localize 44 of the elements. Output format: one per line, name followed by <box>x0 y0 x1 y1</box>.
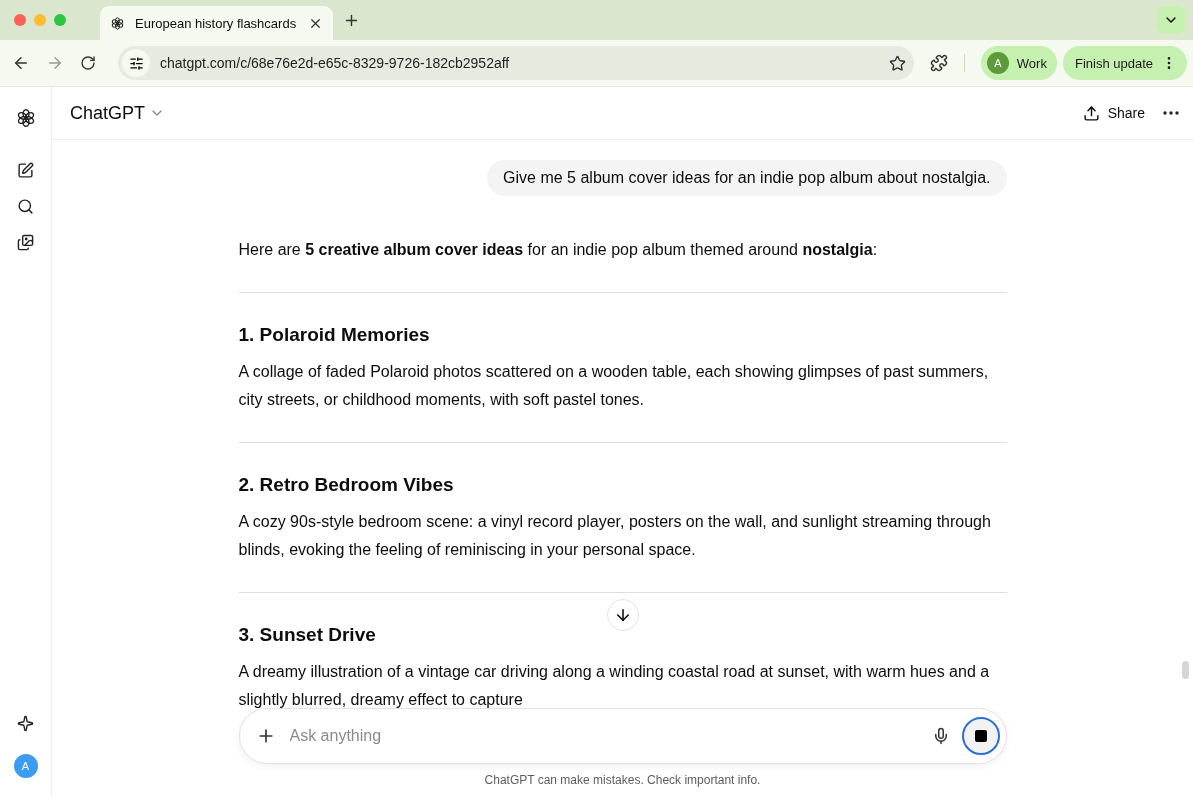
section-paragraph: A cozy 90s-style bedroom scene: a vinyl record player, posters on the wall, and sunlight streaming through blinds, evoking the feeling of reminiscing in your personal space. <box>238 512 992 560</box>
profile-button[interactable]: A Work <box>980 46 1057 80</box>
bookmark-star-icon[interactable] <box>888 54 906 72</box>
scrollbar-thumb[interactable] <box>1182 661 1189 679</box>
site-settings-button[interactable] <box>122 49 150 77</box>
tab-search-button[interactable] <box>1157 6 1185 34</box>
arrow-down-icon <box>614 606 632 624</box>
back-button[interactable] <box>12 54 30 72</box>
puzzle-icon <box>929 54 948 72</box>
images-icon <box>17 233 34 251</box>
forward-arrow-icon <box>46 54 64 72</box>
section-paragraph: A collage of faded Polaroid photos scattered on a wooden table, each showing glimpses of past summers, city streets, or childhood moments, with soft pastel tones. <box>238 362 990 410</box>
address-bar[interactable]: chatgpt.com/c/68e76e2d-e65c-8329-9726-182cb2952aff <box>118 46 914 80</box>
sliders-icon <box>128 55 144 71</box>
stop-square-icon <box>974 730 987 742</box>
pen-square-icon <box>17 161 34 179</box>
model-selector[interactable]: ChatGPT <box>70 102 166 124</box>
browser-tab[interactable]: European history flashcards <box>100 6 333 40</box>
forward-button[interactable] <box>46 54 64 72</box>
search-icon <box>17 197 34 215</box>
tab-title: European history flashcards <box>135 15 298 31</box>
scroll-down-button[interactable] <box>607 599 639 631</box>
section-heading: 3. Sunset Drive <box>238 623 377 647</box>
composer-field[interactable]: Ask anything <box>238 708 1007 764</box>
reload-icon <box>80 55 96 71</box>
prompt-field[interactable]: Ask anything <box>287 726 920 746</box>
section-heading: 2. Retro Bedroom Vibes <box>238 473 455 497</box>
disclaimer-text: ChatGPT can make mistakes. Check important info. <box>484 773 761 787</box>
sparkle-icon <box>17 714 34 732</box>
section-heading: 1. Polaroid Memories <box>238 323 431 347</box>
intro-paragraph: Here are 5 creative album cover ideas for an indie pop album themed around nostalgia: <box>238 240 879 260</box>
url-text: chatgpt.com/c/68e76e2d-e65c-8329-9726-182cb2952aff <box>160 55 511 71</box>
share-button[interactable]: Share <box>1072 98 1155 128</box>
star-icon <box>888 54 906 72</box>
finish-update-button[interactable]: Finish update <box>1062 46 1187 80</box>
horizontal-dots-icon <box>1163 111 1179 115</box>
more-options-button[interactable] <box>1163 111 1179 115</box>
reload-button[interactable] <box>80 55 96 71</box>
share-icon <box>1082 104 1100 122</box>
stop-button[interactable] <box>961 717 1000 755</box>
extensions-button[interactable] <box>929 54 948 72</box>
user-message: Give me 5 album cover ideas for an indie pop album about nostalgia. <box>487 160 1007 196</box>
profile-avatar: A <box>986 52 1009 74</box>
section-paragraph: A dreamy illustration of a vintage car driving along a winding coastal road at sunset, with warm hues and a slightly blurred, dreamy effect to capture <box>238 662 991 708</box>
